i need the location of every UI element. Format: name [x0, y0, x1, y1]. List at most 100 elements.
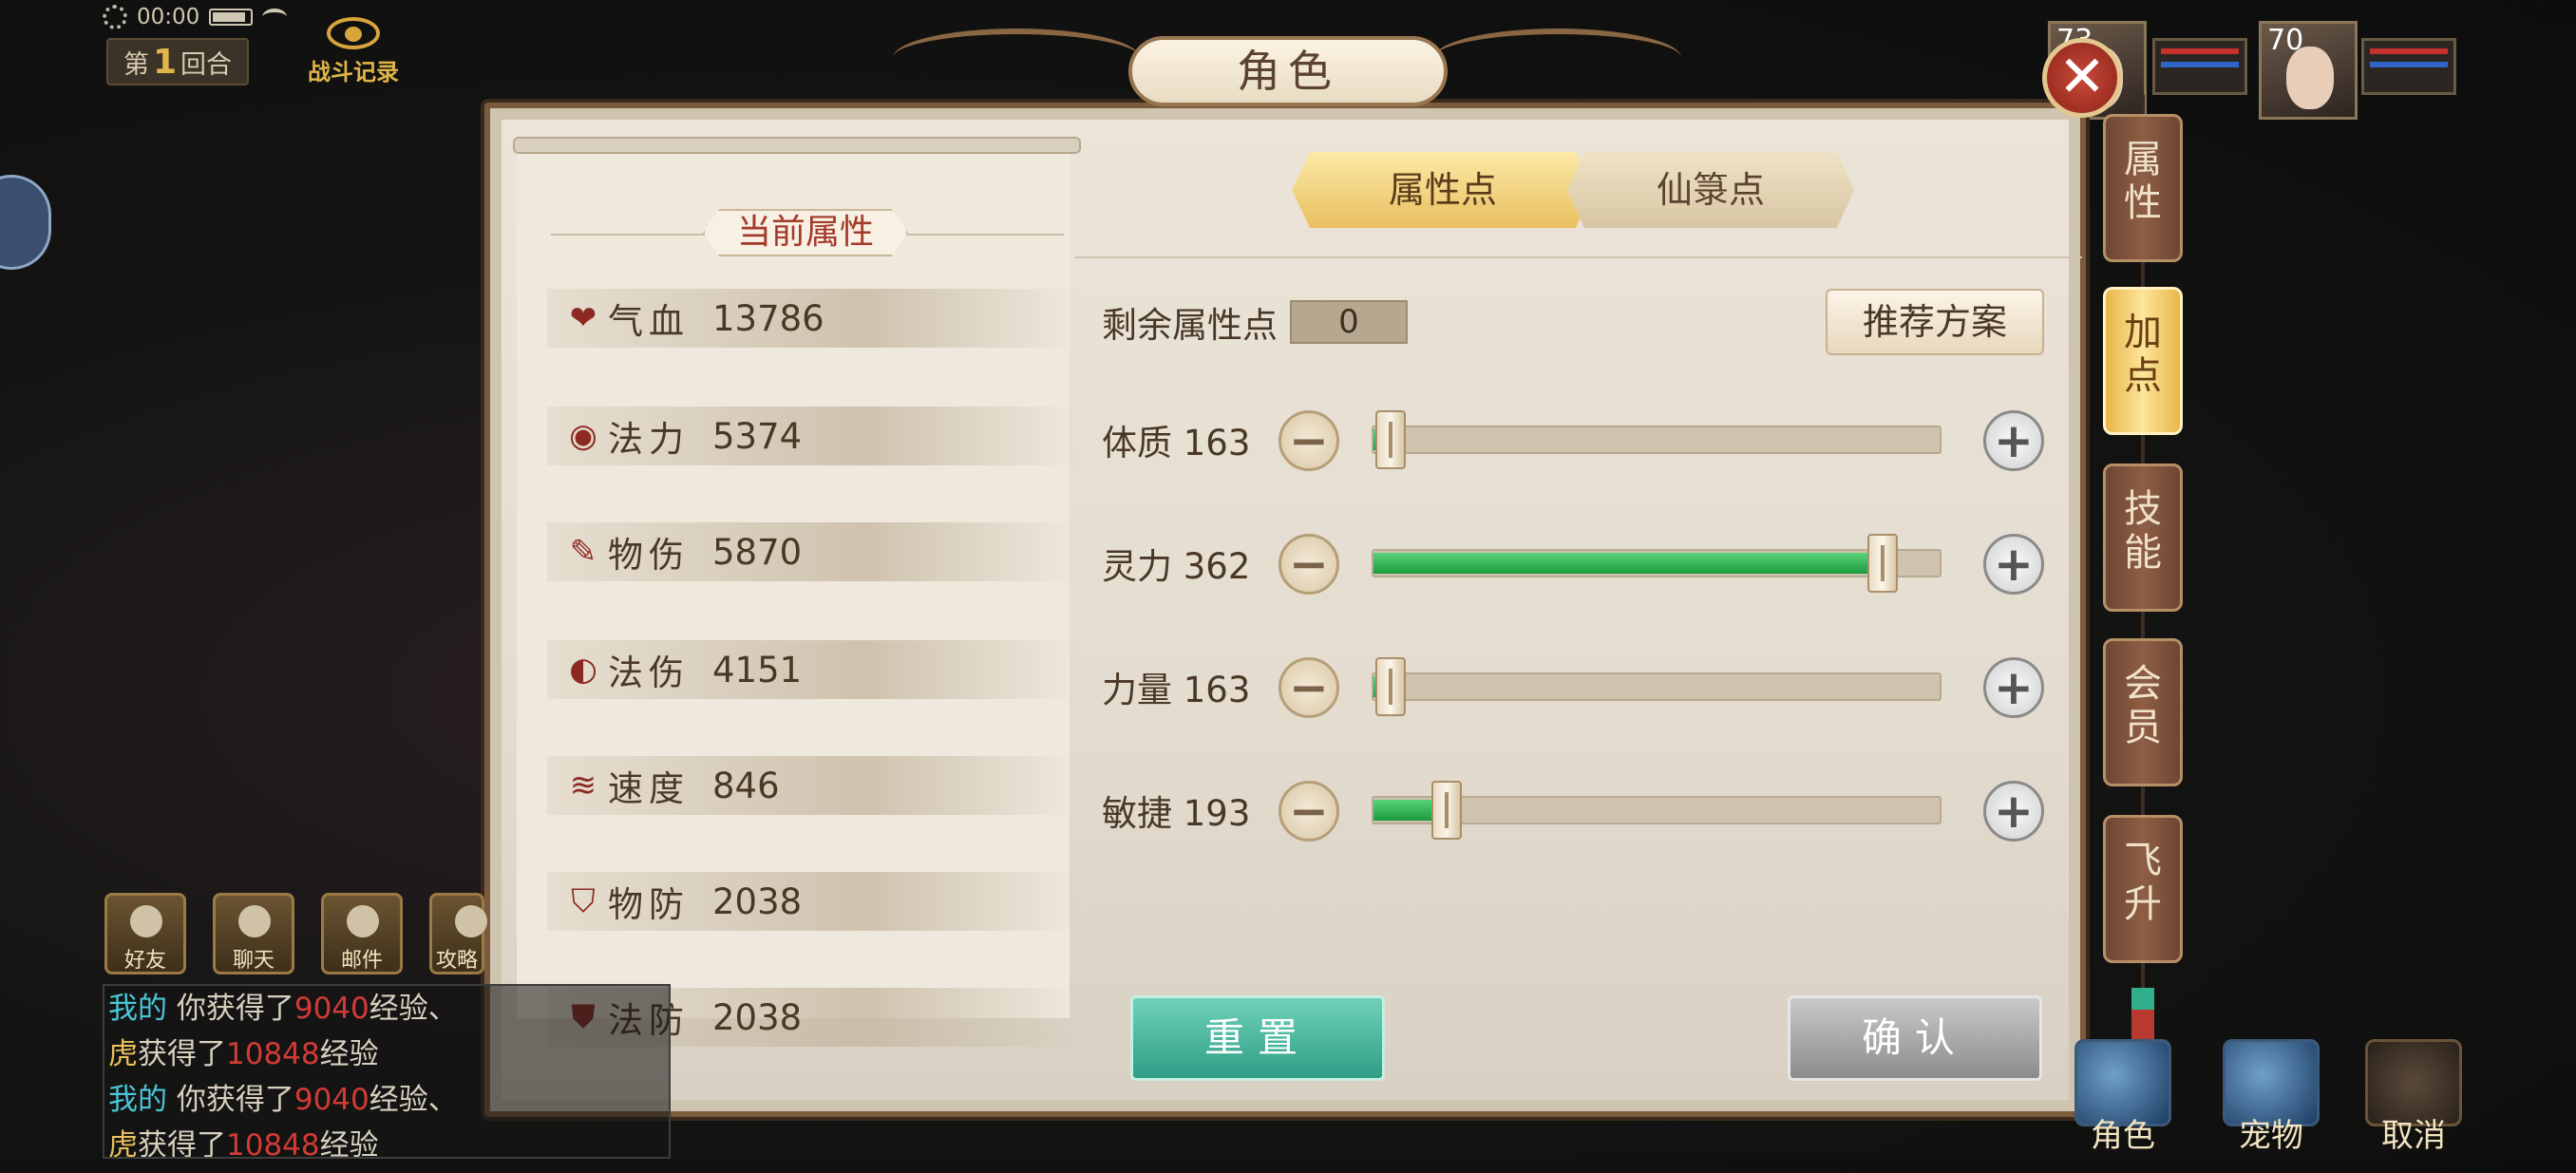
- cancel-command-button[interactable]: 取消: [2352, 1039, 2475, 1155]
- recommend-plan-button[interactable]: 推荐方案: [1826, 289, 2044, 355]
- strength-minus-button[interactable]: −: [1279, 657, 1339, 718]
- chat-line: 我的 你获得了9040经验、: [108, 1077, 665, 1123]
- side-tab-label: 加点: [2124, 311, 2162, 398]
- battle-log-button[interactable]: 战斗记录: [296, 17, 410, 91]
- guide-label: 攻略: [435, 949, 478, 973]
- chat-line: 虎获得了10848经验: [108, 1031, 665, 1077]
- attribute-scroll-body[interactable]: 当前属性 ❤ 气血 13786 ◉ 法力 5374 ✎ 物伤 5870 ◐ 法伤…: [517, 154, 1079, 1047]
- chat-speaker: 我的: [108, 1083, 167, 1117]
- agility-plus-button[interactable]: +: [1983, 781, 2044, 842]
- slider-handle[interactable]: [1431, 781, 1463, 840]
- settings-gear-icon[interactable]: [103, 5, 127, 29]
- chat-log[interactable]: 我的 你获得了9040经验、 虎获得了10848经验 我的 你获得了9040经验…: [103, 984, 671, 1159]
- attribute-value: 5870: [712, 531, 803, 573]
- side-tab-ascend[interactable]: 飞升: [2103, 815, 2183, 963]
- friends-button[interactable]: 好友: [104, 893, 186, 974]
- divider: [1075, 256, 2082, 258]
- close-button[interactable]: ✕: [2042, 38, 2122, 118]
- chat-button[interactable]: 聊天: [213, 893, 294, 974]
- claw-icon: ✎: [569, 533, 597, 571]
- chat-number: 10848: [226, 1037, 320, 1071]
- title-ornament-right: [1434, 28, 1681, 87]
- side-drawer-handle[interactable]: [0, 175, 51, 270]
- heart-icon: ❤: [569, 299, 597, 337]
- wifi-icon: [262, 9, 288, 26]
- slider-handle[interactable]: [1374, 657, 1406, 716]
- attribute-name: 法力: [608, 419, 690, 460]
- title-ornament-left: [893, 28, 1140, 87]
- chat-text: 获得了: [138, 1128, 226, 1159]
- crossed-swords-icon: [2365, 1039, 2462, 1126]
- attribute-row-hp: ❤ 气血 13786: [547, 289, 1079, 348]
- strength-slider[interactable]: [1372, 657, 1941, 716]
- side-tab-skills[interactable]: 技能: [2103, 464, 2183, 612]
- pet-command-button[interactable]: 宠物: [2209, 1039, 2333, 1155]
- mp-bar: [2161, 62, 2239, 67]
- hp-mp-bars: [2152, 38, 2247, 95]
- chat-text: 你获得了: [167, 992, 294, 1026]
- slider-handle[interactable]: [1867, 534, 1899, 593]
- character-command-button[interactable]: 角色: [2061, 1039, 2185, 1155]
- attribute-row-physical-damage: ✎ 物伤 5870: [547, 522, 1079, 581]
- spirit-minus-button[interactable]: −: [1279, 534, 1339, 595]
- mana-swirl-icon: ◉: [569, 417, 597, 455]
- confirm-button[interactable]: 确认: [1788, 995, 2042, 1081]
- chat-line: 虎获得了10848经验: [108, 1123, 665, 1159]
- tab-attribute-points[interactable]: 属性点: [1292, 152, 1594, 228]
- chat-text: 经验、: [369, 992, 458, 1026]
- attribute-panel: 当前属性 ❤ 气血 13786 ◉ 法力 5374 ✎ 物伤 5870 ◐ 法伤…: [513, 133, 1081, 1047]
- mp-bar: [2370, 62, 2448, 67]
- constitution-slider[interactable]: [1372, 410, 1941, 469]
- strength-plus-button[interactable]: +: [1983, 657, 2044, 718]
- portrait-face: [2286, 47, 2334, 109]
- hp-bar: [2161, 48, 2239, 54]
- agility-minus-button[interactable]: −: [1279, 781, 1339, 842]
- close-icon: ✕: [2057, 44, 2107, 110]
- command-label: 取消: [2381, 1117, 2446, 1155]
- current-attributes-heading: 当前属性: [703, 209, 908, 256]
- spirit-plus-button[interactable]: +: [1983, 534, 2044, 595]
- mail-button[interactable]: 邮件: [321, 893, 403, 974]
- slider-fill: [1373, 553, 1884, 574]
- spirit-slider[interactable]: [1372, 534, 1941, 593]
- agility-slider[interactable]: [1372, 781, 1941, 840]
- side-tab-label: 飞升: [2124, 839, 2162, 926]
- tab-immortal-points[interactable]: 仙箓点: [1567, 152, 1854, 228]
- reset-button[interactable]: 重置: [1130, 995, 1385, 1081]
- dialog-title: 角色: [1128, 36, 1448, 106]
- wind-icon: ≋: [569, 766, 597, 804]
- flame-swirl-icon: ◐: [569, 651, 597, 689]
- attribute-row-physical-defense: ⛉ 物防 2038: [547, 872, 1079, 931]
- slider-handle[interactable]: [1374, 410, 1406, 469]
- attribute-row-magic-damage: ◐ 法伤 4151: [547, 640, 1079, 699]
- chat-number: 10848: [226, 1128, 320, 1159]
- constitution-plus-button[interactable]: +: [1983, 410, 2044, 471]
- side-tab-allocate[interactable]: 加点: [2103, 287, 2183, 435]
- status-bar: 00:00: [103, 2, 288, 32]
- player-portrait[interactable]: 70: [2259, 21, 2358, 120]
- side-tab-membership[interactable]: 会员: [2103, 638, 2183, 786]
- command-label: 宠物: [2239, 1117, 2303, 1155]
- character-icon: [2074, 1039, 2171, 1126]
- chat-text: 经验、: [369, 1083, 458, 1117]
- attribute-name: 气血: [608, 301, 690, 342]
- friends-label: 好友: [123, 949, 166, 973]
- guide-button[interactable]: 攻略: [429, 893, 487, 974]
- chat-number: 9040: [294, 1083, 369, 1117]
- round-number: 1: [152, 42, 178, 82]
- attribute-name: 法伤: [608, 653, 690, 693]
- attribute-value: 2038: [712, 996, 803, 1038]
- constitution-minus-button[interactable]: −: [1279, 410, 1339, 471]
- attribute-name: 物防: [608, 884, 690, 925]
- side-tab-attributes[interactable]: 属性: [2103, 114, 2183, 262]
- attribute-value: 13786: [712, 297, 824, 339]
- chat-text: 经验: [319, 1037, 379, 1071]
- chat-speaker: 我的: [108, 992, 167, 1026]
- stat-label-agility: 敏捷 193: [1102, 793, 1251, 834]
- mail-label: 邮件: [340, 949, 383, 973]
- attribute-name: 速度: [608, 768, 690, 809]
- remaining-points-value: 0: [1290, 300, 1408, 344]
- stat-label-constitution: 体质 163: [1102, 423, 1251, 464]
- clock-text: 00:00: [137, 5, 200, 29]
- shield-icon: ⛉: [571, 882, 596, 920]
